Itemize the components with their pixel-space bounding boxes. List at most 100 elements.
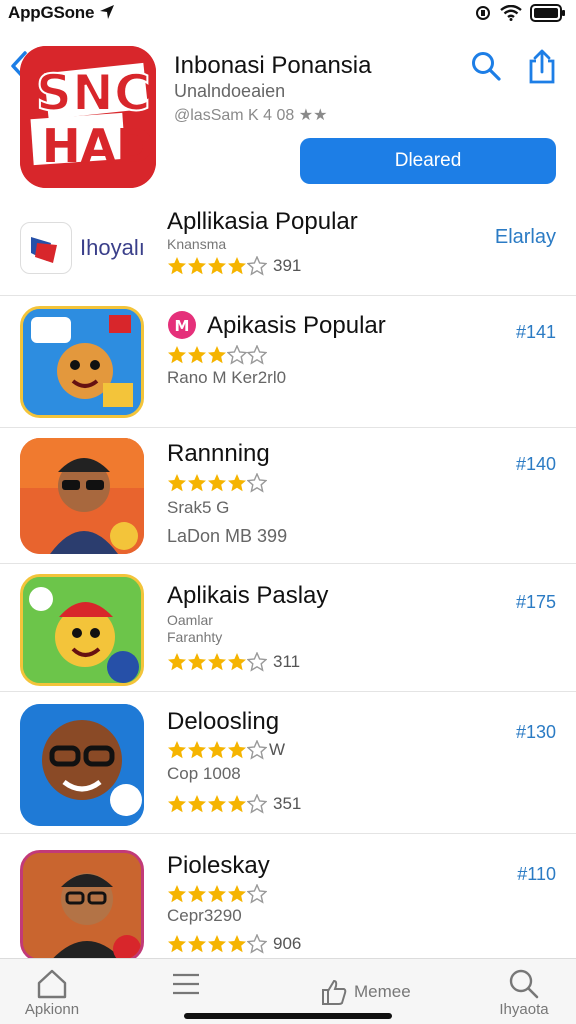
app-rank: #141 xyxy=(515,322,556,342)
app-list: Ihoyalı Apllikasia Popular Knansma 391 E… xyxy=(0,198,576,962)
brand-logo-text: Ihoyalı xyxy=(80,235,145,260)
tab-label: Apkionn xyxy=(24,1001,80,1018)
star-filled-icon xyxy=(168,346,186,364)
star-rating: 391 xyxy=(167,256,301,276)
star-filled-icon xyxy=(188,474,206,492)
star-filled-icon xyxy=(208,257,226,275)
app-icon xyxy=(20,438,144,554)
list-icon xyxy=(173,973,199,995)
star-filled-icon xyxy=(228,741,246,759)
featured-app-subtitle: Unalndoeaien xyxy=(174,81,286,101)
star-empty-icon xyxy=(247,794,267,814)
star-filled-icon xyxy=(228,653,246,671)
location-arrow-icon xyxy=(99,5,114,19)
app-rank: #140 xyxy=(515,454,556,474)
app-title: Apllikasia Popular xyxy=(167,208,358,235)
list-item[interactable]: Aplikais Paslay Oamlar Faranhty 311 #175 xyxy=(0,564,576,692)
star-filled-icon xyxy=(228,885,246,903)
star-filled-icon xyxy=(188,885,206,903)
star-filled-icon xyxy=(168,474,186,492)
app-detail: Cop 1008 xyxy=(167,764,241,783)
app-category: Knansma xyxy=(167,236,227,252)
rating-count: 906 xyxy=(273,934,302,953)
star-filled-icon xyxy=(228,935,246,953)
rating-count: 391 xyxy=(273,256,302,275)
featured-app-meta: @lasSam K 4 08 ★★ xyxy=(174,107,328,124)
star-filled-icon xyxy=(208,346,226,364)
list-item[interactable]: M Apikasis Popular Rano M Ker2rl0 #141 xyxy=(0,296,576,428)
star-filled-icon xyxy=(168,653,186,671)
status-bar: AppGSone xyxy=(0,0,576,26)
featured-app-title: Inbonasi Ponansia xyxy=(174,52,372,79)
star-filled-icon xyxy=(208,795,226,813)
app-rank: #175 xyxy=(515,592,556,612)
tab-home[interactable]: Apkionn xyxy=(20,959,84,1024)
list-item[interactable]: Pioleskay Cepr3290 906 #110 xyxy=(0,834,576,962)
featured-logo-text-2: HAD xyxy=(42,119,154,173)
app-rank: #110 xyxy=(517,864,556,884)
app-title: Rannning xyxy=(167,440,270,467)
star-filled-icon xyxy=(208,885,226,903)
tab-label: Ihyaota xyxy=(499,1001,549,1018)
search-tab-icon xyxy=(509,969,539,999)
carrier-text: AppGSone xyxy=(8,3,95,22)
app-icon xyxy=(20,850,144,962)
rating-count: 311 xyxy=(273,652,301,671)
star-filled-icon xyxy=(228,257,246,275)
star-filled-icon xyxy=(188,795,206,813)
app-rank: #130 xyxy=(515,722,556,742)
star-filled-icon xyxy=(168,795,186,813)
app-badge-icon: M xyxy=(168,311,196,339)
star-filled-icon xyxy=(188,257,206,275)
get-button[interactable]: Dleared xyxy=(300,138,556,184)
star-filled-icon xyxy=(188,346,206,364)
star-filled-icon xyxy=(228,795,246,813)
star-filled-icon xyxy=(188,741,206,759)
star-filled-icon xyxy=(208,653,226,671)
app-title: Pioleskay xyxy=(167,852,270,879)
app-header: SNC HAD Inbonasi Ponansia Unalndoeaien @… xyxy=(0,34,576,194)
star-filled-icon xyxy=(168,741,186,759)
star-filled-icon xyxy=(208,935,226,953)
star-empty-icon xyxy=(247,256,267,276)
share-icon[interactable] xyxy=(526,48,558,84)
star-empty-icon xyxy=(247,884,267,904)
star-filled-icon xyxy=(208,741,226,759)
app-icon xyxy=(20,704,144,826)
app-detail: LaDon MB 399 xyxy=(167,526,288,546)
featured-app-icon[interactable]: SNC HAD xyxy=(20,46,156,188)
star-filled-icon xyxy=(228,474,246,492)
app-badge-text: M xyxy=(175,317,190,335)
list-item[interactable]: Ihoyalı Apllikasia Popular Knansma 391 E… xyxy=(0,198,576,296)
list-item[interactable]: Deloosling W Cop 1008 351 #130 xyxy=(0,692,576,834)
app-rank: Elarlay xyxy=(494,226,556,248)
app-icon xyxy=(20,574,144,686)
app-category: Srak5 G xyxy=(167,498,230,517)
search-icon[interactable] xyxy=(470,50,502,82)
app-detail: Rano M Ker2rl0 xyxy=(167,368,287,387)
star-filled-icon xyxy=(208,474,226,492)
star-rating-secondary: 351 xyxy=(167,794,301,814)
star-rating-secondary: 906 xyxy=(167,934,301,954)
app-subcategory: Faranhty xyxy=(167,629,223,645)
featured-app-logo: SNC HAD xyxy=(20,46,156,188)
app-title: Deloosling xyxy=(167,708,280,735)
star-empty-icon xyxy=(227,345,247,365)
battery-icon xyxy=(530,4,565,22)
thumbs-up-icon xyxy=(322,979,347,1005)
star-empty-icon xyxy=(247,934,267,954)
app-icon xyxy=(20,306,144,418)
app-title: Apikasis Popular xyxy=(207,312,386,339)
star-filled-icon xyxy=(168,935,186,953)
star-empty-icon xyxy=(247,740,267,760)
star-empty-icon xyxy=(247,345,267,365)
star-rating xyxy=(167,345,267,365)
carrier-label: AppGSone xyxy=(8,3,115,23)
tab-search[interactable]: Ihyaota xyxy=(492,959,556,1024)
star-filled-icon xyxy=(188,653,206,671)
home-icon xyxy=(37,969,67,999)
app-category: Oamlar xyxy=(167,612,213,628)
list-item[interactable]: Rannning Srak5 G LaDon MB 399 #140 xyxy=(0,428,576,564)
star-filled-icon xyxy=(168,885,186,903)
star-rating xyxy=(167,884,267,904)
